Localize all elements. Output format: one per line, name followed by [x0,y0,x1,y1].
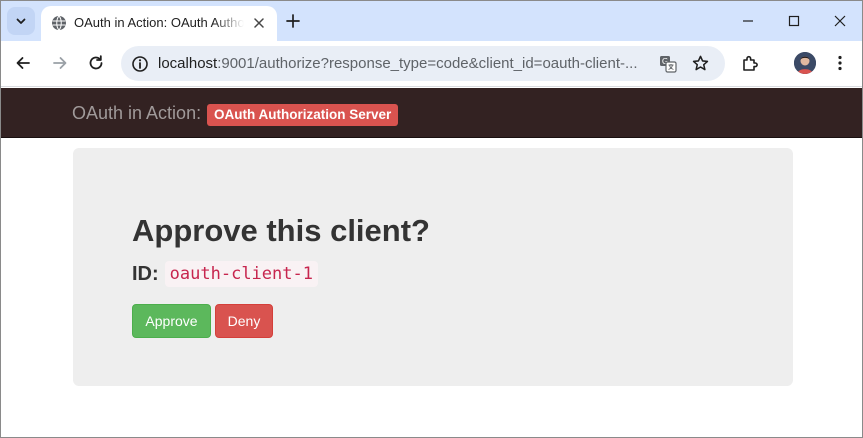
page-content: OAuth in Action: OAuth Authorization Ser… [1,88,862,437]
url-host: localhost [158,55,218,72]
tab-strip: OAuth in Action: OAuth Authorization Ser… [1,1,862,41]
address-bar[interactable]: localhost:9001/authorize?response_type=c… [121,46,725,81]
site-info-icon[interactable] [130,54,150,74]
minimize-icon[interactable] [740,13,756,29]
profile-avatar-icon [794,52,816,74]
new-tab-icon[interactable] [283,11,303,31]
globe-icon [52,15,66,31]
forward-arrow-icon[interactable] [51,54,69,72]
deny-button[interactable]: Deny [215,304,273,338]
profile-avatar[interactable] [794,52,816,74]
chevron-down-icon [16,18,26,24]
server-label-badge: OAuth Authorization Server [207,104,399,126]
client-id-value: oauth-client-1 [164,261,318,287]
approval-panel: Approve this client? ID: oauth-client-1 … [73,148,793,386]
maximize-icon[interactable] [786,13,802,29]
close-tab-icon[interactable] [252,16,266,30]
extensions-puzzle-icon[interactable] [741,54,759,72]
reload-icon[interactable] [87,54,105,72]
more-menu-icon[interactable] [831,54,849,72]
translate-icon[interactable]: G [659,55,677,73]
bookmark-star-icon[interactable] [691,54,710,73]
browser-tab[interactable]: OAuth in Action: OAuth Authorization Ser… [41,6,277,41]
url-rest: :9001/authorize?response_type=code&clien… [217,55,638,72]
page-title: Approve this client? [132,213,430,248]
navbar: OAuth in Action: OAuth Authorization Ser… [1,88,862,138]
browser-toolbar: localhost:9001/authorize?response_type=c… [1,41,862,87]
close-window-icon[interactable] [832,13,848,29]
client-id-label: ID: [132,262,159,285]
client-id-line: ID: oauth-client-1 [132,261,318,287]
approve-button[interactable]: Approve [132,304,211,338]
navbar-brand[interactable]: OAuth in Action: [72,102,201,124]
tab-title: OAuth in Action: OAuth Authorization Ser… [74,15,244,30]
url-text[interactable]: localhost:9001/authorize?response_type=c… [158,54,650,73]
browser-window: OAuth in Action: OAuth Authorization Ser… [0,0,863,438]
tab-search-button[interactable] [7,7,35,35]
back-arrow-icon[interactable] [14,54,32,72]
